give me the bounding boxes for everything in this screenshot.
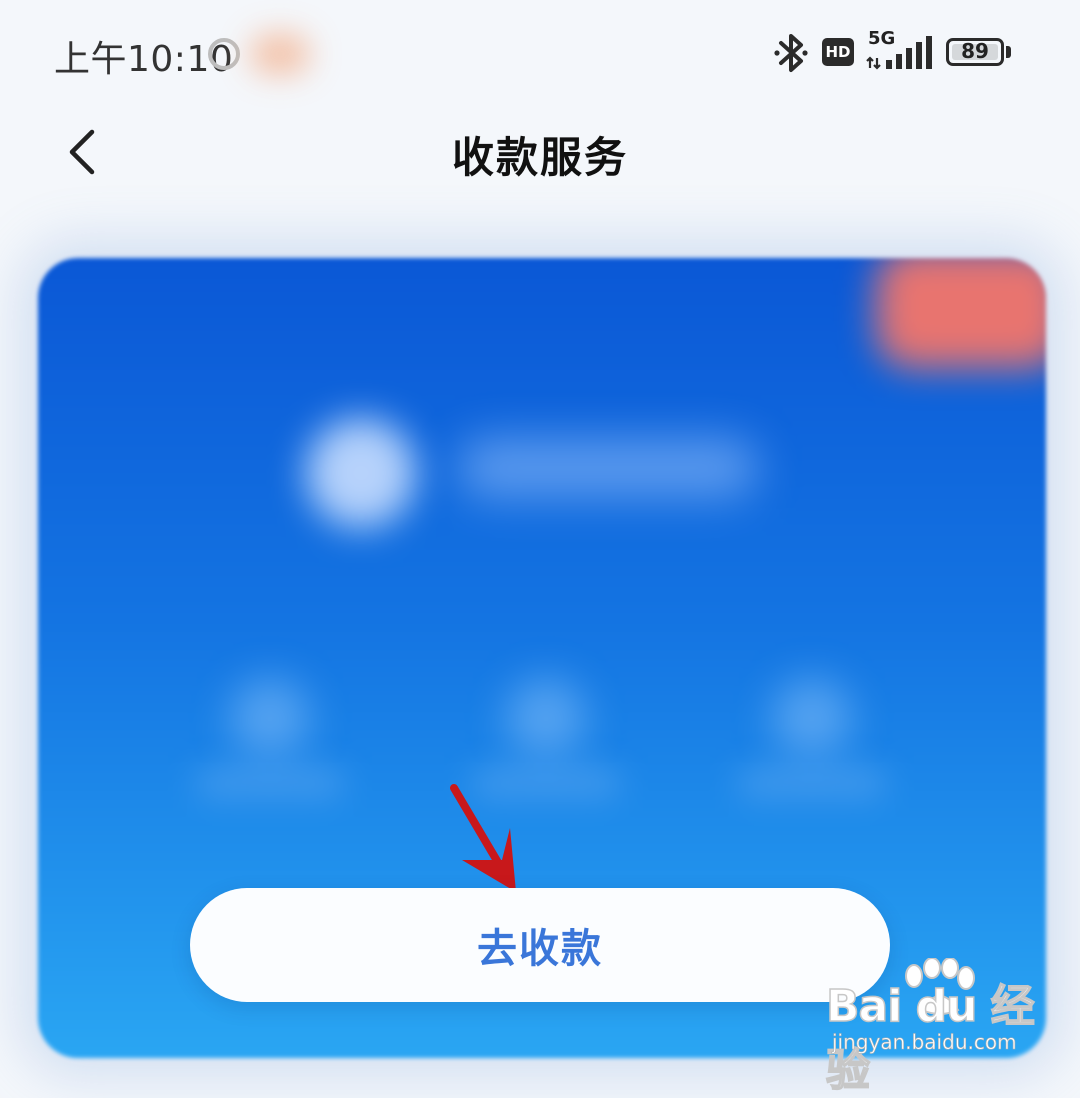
status-bar: 上午10:10 HD 5G 89	[0, 0, 1080, 105]
page-title: 收款服务	[451, 133, 628, 182]
battery-level: 89	[961, 39, 989, 63]
signal-icon	[866, 36, 932, 70]
hd-badge: HD	[822, 38, 854, 66]
battery-icon: 89	[946, 38, 1004, 66]
merchant-name	[458, 438, 758, 498]
feature-label	[737, 768, 887, 798]
collect-payment-label: 去收款	[477, 926, 603, 972]
bluetooth-icon	[774, 34, 808, 72]
alarm-icon	[208, 38, 240, 70]
notification-icon	[250, 34, 310, 74]
collect-payment-button[interactable]: 去收款	[190, 888, 890, 1002]
battery-tip	[1006, 46, 1011, 58]
feature-icon	[772, 678, 852, 758]
feature-icon	[230, 678, 310, 758]
baidu-watermark: Bai du 经验 jingyan.baidu.com	[825, 958, 1076, 1097]
merchant-avatar	[306, 418, 416, 528]
watermark-url: jingyan.baidu.com	[832, 1030, 1017, 1055]
feature-icon	[506, 678, 586, 758]
feature-label	[195, 768, 345, 798]
status-time: 上午10:10	[54, 39, 234, 80]
card-corner-badge	[876, 258, 1046, 368]
red-arrow-annotation	[450, 784, 516, 892]
